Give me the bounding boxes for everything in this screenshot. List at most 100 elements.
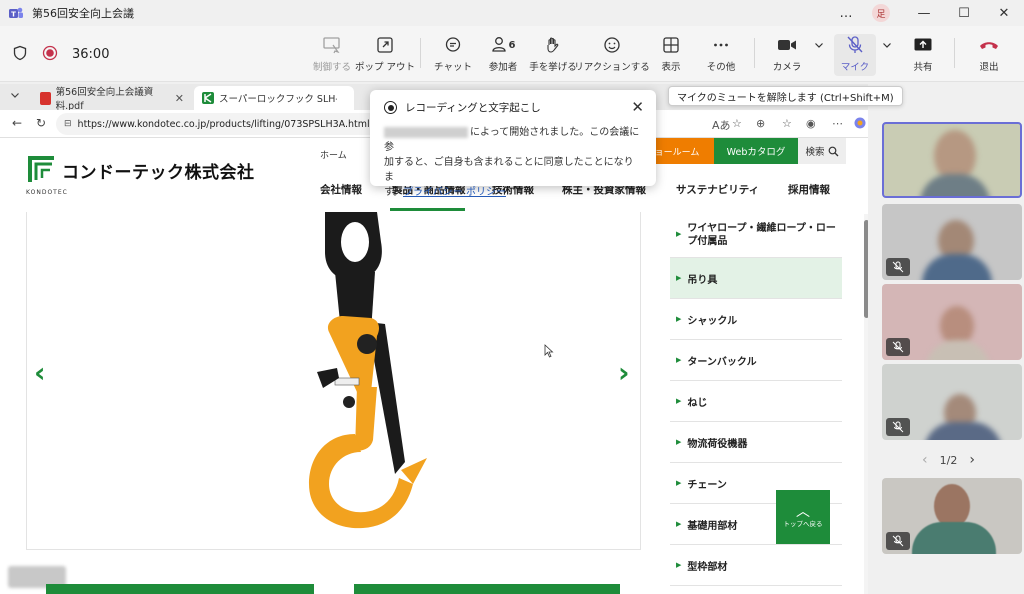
kondotec-favicon-icon [202,92,214,104]
extensions-icon[interactable]: ⊕ [756,117,765,130]
site-search-label: 検索 [805,147,825,158]
webpage-content: コンドーテック株式会社 KONDOTEC ホーム ョールーム Webカタログ 検… [0,138,868,594]
pdf-icon [40,91,51,105]
close-icon[interactable]: ✕ [631,98,644,116]
popout-button[interactable]: ポップ アウト [355,34,415,76]
view-button[interactable]: 表示 [656,34,686,76]
hang-up-icon [978,34,1000,56]
shield-icon[interactable] [12,45,28,64]
chat-label: チャット [434,62,472,73]
mic-label: マイク [840,62,870,73]
participant-video-tile[interactable] [882,478,1022,554]
recording-icon [384,101,397,114]
side-menu-item[interactable]: ▶ ワイヤロープ・繊維ロープ・ロープ付属品 [670,212,842,258]
smiley-icon [603,34,621,56]
close-icon[interactable]: ✕ [175,92,184,105]
side-menu-item-active[interactable]: ▶ 吊り具 [670,258,842,299]
home-link[interactable]: ホーム [320,148,347,161]
privacy-policy-link[interactable]: プライバシー ポリシー [403,187,506,198]
tab-kondotec[interactable]: スーパーロックフック SLH-A｜吊り具｜コ [194,86,354,110]
carousel-next-arrow[interactable]: › [618,356,630,389]
triangle-right-icon: ▶ [676,561,682,569]
side-menu-item[interactable]: ▶ 物流荷役機器 [670,422,842,463]
site-search-button[interactable]: 検索 [798,138,846,164]
nav-company-info[interactable]: 会社情報 [320,182,362,197]
participants-count: 6 [508,39,516,51]
side-menu-item[interactable]: ▶ 型枠部材 [670,545,842,586]
participant-video-tile[interactable] [882,284,1022,360]
read-aloud-icon[interactable]: Aあ [712,117,731,133]
side-menu-item[interactable]: ▶ ねじ [670,381,842,422]
meeting-timer: 36:00 [72,46,110,62]
participant-video-tile[interactable] [882,364,1022,440]
raise-hand-button[interactable]: 手を挙げる [529,34,577,76]
nav-sustainability[interactable]: サステナビリティ [676,182,759,197]
recording-notice-popup: レコーディングと文字起こし ✕ によって開始されました。この会議に参 加すると、… [370,90,656,198]
triangle-right-icon: ▶ [676,479,682,487]
window-title: 第56回安全向上会議 [32,7,134,20]
refresh-icon[interactable]: ↻ [36,116,46,130]
share-button[interactable]: 共有 [908,34,938,76]
minimize-button[interactable]: — [904,0,944,26]
user-avatar[interactable]: 足 [872,4,890,22]
control-label: 制御する [312,62,351,73]
control-button[interactable]: 制御する [312,34,352,76]
carousel-prev-arrow[interactable]: ‹ [34,356,46,389]
back-to-top-button[interactable]: ︿ トップへ戻る [776,490,830,544]
triangle-right-icon: ▶ [676,356,682,364]
triangle-right-icon: ▶ [676,397,682,405]
browser-menu-icon[interactable]: ⋯ [832,117,843,130]
green-banner[interactable] [46,584,314,594]
toolbar-divider [754,38,755,68]
camera-options-dropdown[interactable] [812,34,826,76]
back-arrow-icon[interactable]: ← [12,116,22,130]
web-catalog-button[interactable]: Webカタログ [714,138,798,164]
share-label: 共有 [913,62,933,73]
participants-button[interactable]: 6 参加者 [486,34,520,76]
nav-active-underline [390,208,465,211]
leave-button[interactable]: 退出 [972,34,1006,76]
chevron-up-icon: ︿ [796,504,810,520]
participant-video-tile[interactable] [882,204,1022,280]
tab-list-chevron-icon[interactable] [10,90,20,103]
camera-button[interactable]: カメラ [772,34,802,76]
popout-icon [376,34,394,56]
reactions-button[interactable]: リアクションする [574,34,650,76]
ellipsis-icon [712,34,730,56]
company-name: コンドーテック株式会社 [62,162,255,183]
site-info-icon[interactable]: ⊟ [64,119,72,129]
participant-pager: ‹ 1/2 › [922,452,975,468]
company-logo[interactable]: コンドーテック株式会社 [26,154,255,186]
mic-button[interactable]: マイク [834,34,876,76]
tab-label: スーパーロックフック SLH-A｜吊り具｜コ [219,94,337,105]
copilot-icon[interactable] [854,117,866,132]
pager-next-icon[interactable]: › [969,452,975,468]
profile-icon[interactable]: ◉ [806,117,816,130]
triangle-right-icon: ▶ [676,230,682,238]
maximize-button[interactable]: ☐ [944,0,984,26]
green-banner[interactable] [354,584,620,594]
triangle-right-icon: ▶ [676,438,682,446]
triangle-right-icon: ▶ [676,315,682,323]
tab-pdf[interactable]: 第56回安全向上会議資料.pdf ✕ [32,86,192,112]
more-button[interactable]: その他 [704,34,738,76]
pager-prev-icon[interactable]: ‹ [922,452,928,468]
favorites-icon[interactable]: ☆ [782,117,792,130]
window-titlebar: T 第56回安全向上会議 … 足 — ☐ ✕ [0,0,1024,26]
screen-control-icon [322,34,342,56]
side-menu-item[interactable]: ▶ ターンバックル [670,340,842,381]
grid-icon [662,34,680,56]
chat-button[interactable]: チャット [434,34,472,76]
close-window-button[interactable]: ✕ [984,0,1024,26]
mic-options-dropdown[interactable] [880,34,894,76]
toolbar-divider [420,38,421,68]
favorite-star-icon[interactable]: ☆ [732,117,742,130]
url-field[interactable]: ⊟ https://www.kondotec.co.jp/products/li… [56,113,386,135]
nav-recruit[interactable]: 採用情報 [788,182,830,197]
view-label: 表示 [661,62,681,73]
side-menu-item[interactable]: ▶ シャックル [670,299,842,340]
participant-video-tile[interactable] [882,122,1022,198]
camera-icon [777,34,797,56]
more-options-button[interactable]: … [826,0,866,26]
page-scrollbar-thumb[interactable] [864,220,868,318]
